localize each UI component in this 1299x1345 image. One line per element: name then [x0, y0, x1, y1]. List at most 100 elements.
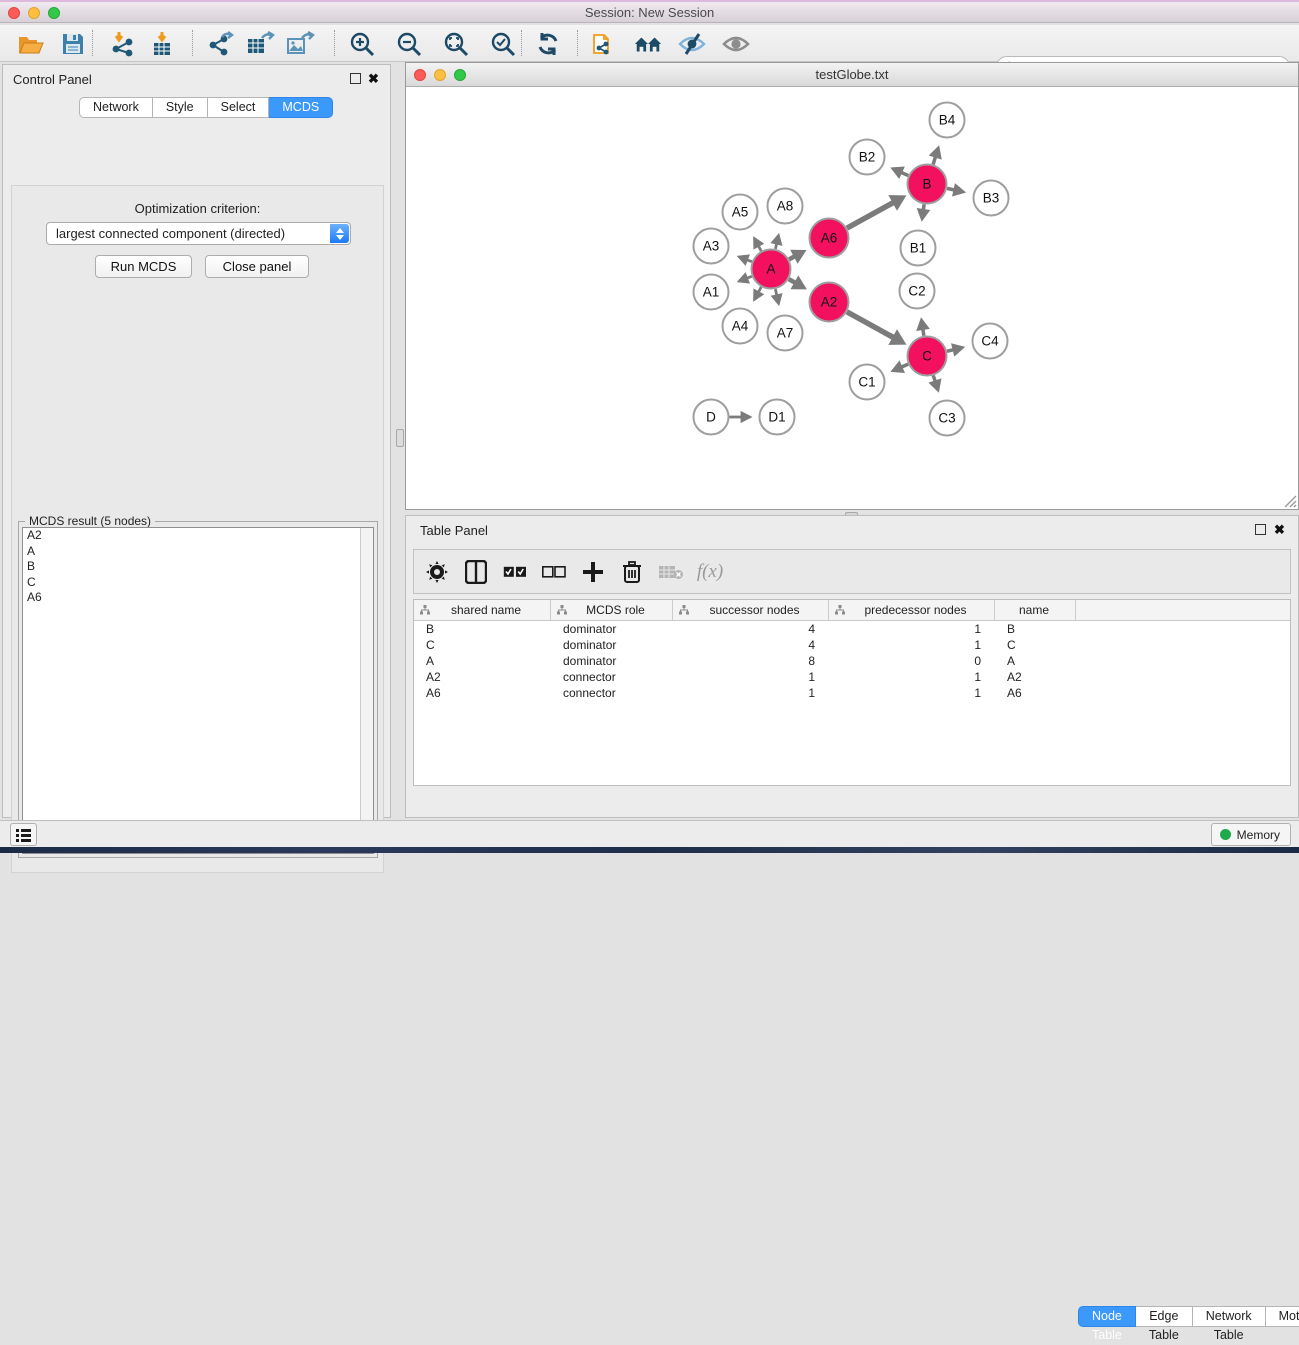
unselect-all-columns-icon[interactable]	[541, 559, 567, 585]
graph-node-D1[interactable]: D1	[760, 400, 795, 435]
graph-node-B3[interactable]: B3	[974, 181, 1009, 216]
vertical-splitter-grip[interactable]	[396, 429, 404, 447]
graph-node-A8[interactable]: A8	[768, 189, 803, 224]
tab-network-table[interactable]: Network Table	[1193, 1306, 1266, 1327]
graph-node-B4[interactable]: B4	[930, 103, 965, 138]
table-row[interactable]: Adominator80A	[414, 653, 1290, 669]
graph-node-A2[interactable]: A2	[810, 283, 849, 322]
refresh-icon[interactable]	[533, 29, 563, 59]
criterion-dropdown[interactable]: largest connected component (directed)	[46, 222, 351, 245]
graph-node-B1[interactable]: B1	[901, 231, 936, 266]
table-row[interactable]: A2connector11A2	[414, 669, 1290, 685]
show-graphics-details-icon[interactable]	[721, 29, 751, 59]
graph-node-A6[interactable]: A6	[810, 219, 849, 258]
table-row[interactable]: A6connector11A6	[414, 685, 1290, 701]
zoom-window-button[interactable]	[48, 7, 60, 19]
graph-node-C2[interactable]: C2	[900, 274, 935, 309]
mcds-result-group: MCDS result (5 nodes) A2 A B C A6	[18, 521, 378, 858]
graph-node-A3[interactable]: A3	[694, 229, 729, 264]
save-session-icon[interactable]	[58, 29, 88, 59]
zoom-out-icon[interactable]	[394, 29, 424, 59]
graph-node-C[interactable]: C	[908, 337, 947, 376]
import-table-icon[interactable]	[147, 29, 177, 59]
graph-node-B[interactable]: B	[908, 165, 947, 204]
export-image-icon[interactable]	[285, 29, 315, 59]
table-settings-gear-icon[interactable]	[424, 559, 450, 585]
close-window-button[interactable]	[8, 7, 20, 19]
import-network-icon[interactable]	[108, 29, 138, 59]
network-zoom-button[interactable]	[454, 69, 466, 81]
graph-edge-C-C2[interactable]	[923, 329, 924, 336]
column-header-shared-name[interactable]: shared name	[414, 600, 551, 620]
network-close-button[interactable]	[414, 69, 426, 81]
table-row[interactable]: Bdominator41B	[414, 621, 1290, 637]
graph-node-D[interactable]: D	[694, 400, 729, 435]
minimize-window-button[interactable]	[28, 7, 40, 19]
graph-node-A5[interactable]: A5	[723, 195, 758, 230]
result-item[interactable]: A	[23, 544, 373, 560]
tab-motifs[interactable]: Motifs	[1266, 1306, 1299, 1327]
zoom-selected-icon[interactable]	[488, 29, 518, 59]
graph-node-A7[interactable]: A7	[768, 316, 803, 351]
control-panel-close-icon[interactable]: ✖	[368, 73, 379, 84]
graph-node-A4[interactable]: A4	[723, 309, 758, 344]
table-panel-close-icon[interactable]: ✖	[1274, 524, 1285, 535]
houses-icon[interactable]	[633, 29, 663, 59]
result-item[interactable]: B	[23, 559, 373, 575]
select-all-columns-icon[interactable]	[502, 559, 528, 585]
tab-node-table[interactable]: Node Table	[1078, 1306, 1136, 1327]
network-graph[interactable]: B4 B2 B B3 A5 A8A6 A3 B1 A A1 C2 A2 A4 A7 C4 C C1 C3 D D1	[406, 87, 1298, 509]
window-resize-grip[interactable]	[1282, 493, 1297, 508]
tab-style[interactable]: Style	[153, 97, 208, 118]
control-panel-float-icon[interactable]	[350, 73, 361, 84]
hide-graphics-details-icon[interactable]	[677, 29, 707, 59]
column-type-icon	[679, 605, 689, 615]
graph-edge-A-A2[interactable]	[789, 279, 795, 283]
tab-mcds[interactable]: MCDS	[269, 97, 333, 118]
graph-edge-A6-B[interactable]	[847, 202, 894, 228]
export-table-icon[interactable]	[245, 29, 275, 59]
column-header-successor-nodes[interactable]: successor nodes	[673, 600, 829, 620]
result-scrollbar[interactable]	[360, 528, 373, 853]
column-header-MCDS-role[interactable]: MCDS role	[551, 600, 673, 620]
graph-edge-C-C1[interactable]	[901, 364, 908, 367]
close-panel-button[interactable]: Close panel	[205, 255, 309, 278]
export-network-icon[interactable]	[205, 29, 235, 59]
column-header-name[interactable]: name	[995, 600, 1076, 620]
graph-edge-C-C4[interactable]	[947, 350, 954, 352]
table-cell: A6	[414, 685, 551, 701]
graph-node-B2[interactable]: B2	[850, 140, 885, 175]
graph-node-A1[interactable]: A1	[694, 275, 729, 310]
graph-edge-B-B3[interactable]	[947, 188, 954, 190]
graph-node-C1[interactable]: C1	[850, 365, 885, 400]
tab-select[interactable]: Select	[208, 97, 270, 118]
graph-node-C4[interactable]: C4	[973, 324, 1008, 359]
task-history-list-icon[interactable]	[10, 823, 37, 846]
result-item[interactable]: A6	[23, 590, 373, 606]
tab-network[interactable]: Network	[79, 97, 153, 118]
network-window-titlebar[interactable]: testGlobe.txt	[406, 63, 1298, 87]
network-minimize-button[interactable]	[434, 69, 446, 81]
table-cell: A	[995, 653, 1076, 669]
graph-edge-B-B4[interactable]	[933, 157, 935, 165]
memory-button[interactable]: Memory	[1211, 823, 1291, 846]
show-column-panel-icon[interactable]	[463, 559, 489, 585]
graph-node-A[interactable]: A	[752, 250, 791, 289]
zoom-in-icon[interactable]	[347, 29, 377, 59]
graph-node-C3[interactable]: C3	[930, 401, 965, 436]
table-cell: B	[995, 621, 1076, 637]
delete-column-trash-icon[interactable]	[619, 559, 645, 585]
result-item[interactable]: A2	[23, 528, 373, 544]
table-panel-float-icon[interactable]	[1255, 524, 1266, 535]
table-row[interactable]: Cdominator41C	[414, 637, 1290, 653]
graph-edge-B-B2[interactable]	[901, 172, 908, 175]
graph-edge-A2-C[interactable]	[847, 312, 894, 338]
tab-edge-table[interactable]: Edge Table	[1136, 1306, 1193, 1327]
open-session-icon[interactable]	[16, 29, 46, 59]
run-mcds-button[interactable]: Run MCDS	[95, 255, 192, 278]
zoom-fit-icon[interactable]	[441, 29, 471, 59]
column-header-predecessor-nodes[interactable]: predecessor nodes	[829, 600, 995, 620]
result-item[interactable]: C	[23, 575, 373, 591]
create-new-column-icon[interactable]	[580, 559, 606, 585]
new-network-from-file-icon[interactable]	[589, 29, 619, 59]
